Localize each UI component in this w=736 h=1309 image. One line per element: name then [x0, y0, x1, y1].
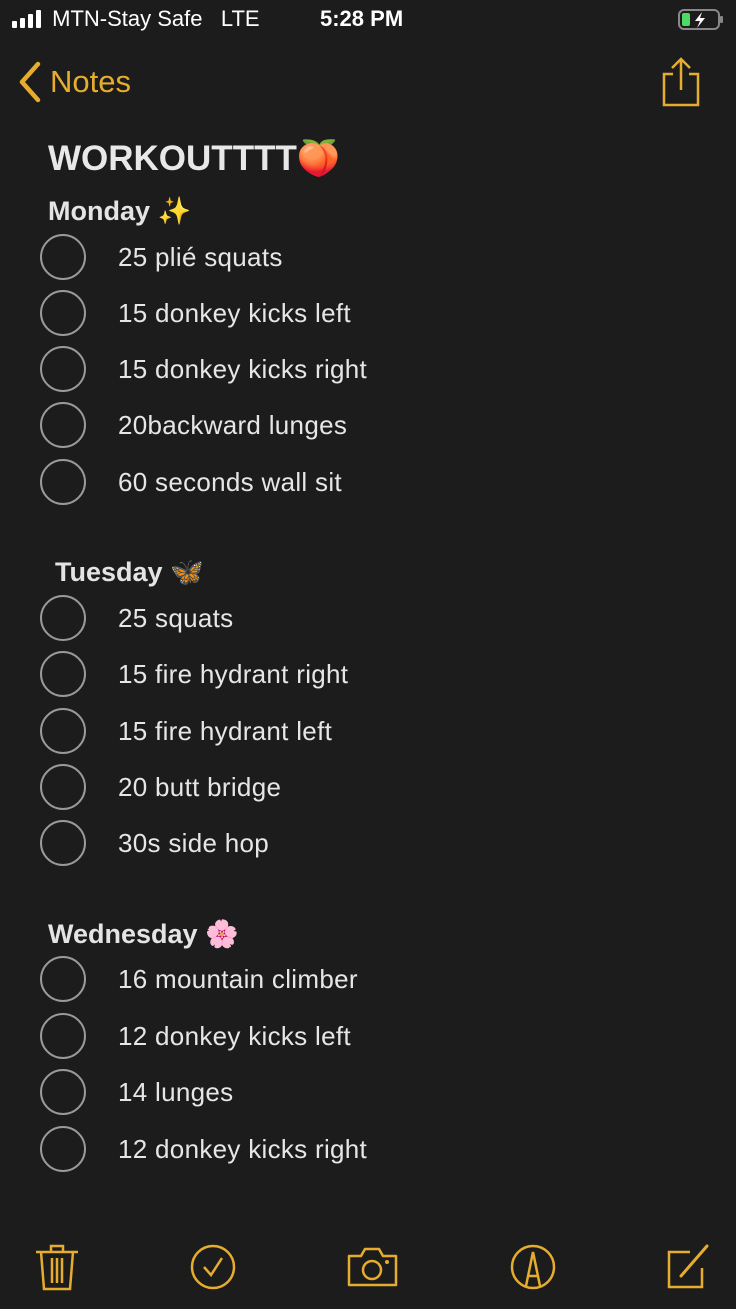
day-emoji: 🌸 [205, 919, 239, 949]
checklist-item-text[interactable]: 25 plié squats [118, 242, 283, 273]
checkbox-circle[interactable] [40, 290, 86, 336]
checkbox-circle[interactable] [40, 346, 86, 392]
checklist-item: 25 squats [40, 590, 233, 646]
clock: 5:28 PM [320, 6, 404, 31]
checklist-item-text[interactable]: 20 butt bridge [118, 772, 281, 803]
day-heading: Monday ✨ [48, 195, 191, 227]
checklist-item: 30s side hop [40, 815, 269, 871]
back-label: Notes [50, 64, 131, 99]
checklist-item: 14 lunges [40, 1064, 233, 1120]
checklist-item-text[interactable]: 14 lunges [118, 1077, 233, 1108]
checklist-item: 12 donkey kicks right [40, 1121, 367, 1177]
checklist-item-text[interactable]: 16 mountain climber [118, 964, 358, 995]
checkbox-circle[interactable] [40, 1013, 86, 1059]
camera-button[interactable] [346, 1242, 398, 1292]
checklist-item-text[interactable]: 15 donkey kicks left [118, 298, 351, 329]
checkbox-circle[interactable] [40, 1069, 86, 1115]
checklist-item-text[interactable]: 25 squats [118, 603, 233, 634]
checkbox-circle[interactable] [40, 402, 86, 448]
checklist-item: 20backward lunges [40, 397, 347, 453]
day-label: Monday [48, 196, 151, 226]
peach-emoji: 🍑 [296, 139, 341, 178]
checkbox-circle[interactable] [40, 1126, 86, 1172]
checklist-item: 12 donkey kicks left [40, 1008, 351, 1064]
checkbox-circle[interactable] [40, 708, 86, 754]
network: LTE [220, 6, 260, 31]
checkbox-circle[interactable] [40, 820, 86, 866]
day-label: Tuesday [55, 557, 163, 587]
checkbox-circle[interactable] [40, 651, 86, 697]
trash-icon [36, 1244, 78, 1291]
checkbox-circle[interactable] [40, 234, 86, 280]
day-heading: Wednesday 🌸 [48, 918, 239, 950]
chevron-left-icon [19, 61, 41, 103]
checklist-item-text[interactable]: 15 donkey kicks right [118, 354, 367, 385]
checklist-item: 15 donkey kicks left [40, 285, 351, 341]
delete-button[interactable] [32, 1242, 82, 1292]
compose-button[interactable] [664, 1242, 714, 1292]
checkbox-circle[interactable] [40, 595, 86, 641]
camera-icon [347, 1247, 398, 1287]
carrier: MTN-Stay Safe [52, 6, 203, 31]
markup-icon [510, 1244, 556, 1290]
checklist-item-text[interactable]: 15 fire hydrant left [118, 716, 332, 747]
status-left: MTN-Stay Safe LTE [12, 6, 260, 34]
day-heading: Tuesday 🦋 [55, 556, 204, 588]
checklist-item: 15 donkey kicks right [40, 341, 367, 397]
checkbox-circle[interactable] [40, 956, 86, 1002]
checklist-item-text[interactable]: 12 donkey kicks left [118, 1021, 351, 1052]
signal-icon [12, 8, 46, 34]
checklist-item-text[interactable]: 30s side hop [118, 828, 269, 859]
checklist-item-text[interactable]: 60 seconds wall sit [118, 467, 342, 498]
checklist-item: 15 fire hydrant left [40, 703, 332, 759]
checklist-item-text[interactable]: 20backward lunges [118, 410, 347, 441]
battery-charging-icon [678, 9, 724, 36]
checklist-item: 16 mountain climber [40, 951, 358, 1007]
checklist-item-text[interactable]: 15 fire hydrant right [118, 659, 348, 690]
note-title: WORKOUTTTT🍑 [48, 139, 341, 178]
day-emoji: 🦋 [170, 557, 204, 587]
compose-icon [667, 1244, 709, 1289]
checklist-item: 60 seconds wall sit [40, 454, 342, 510]
checklist-item: 15 fire hydrant right [40, 646, 348, 702]
checklist-item-text[interactable]: 12 donkey kicks right [118, 1134, 367, 1165]
day-emoji: ✨ [157, 196, 192, 226]
checkbox-circle[interactable] [40, 459, 86, 505]
checklist-button[interactable] [189, 1242, 239, 1292]
checklist-icon [190, 1244, 236, 1290]
share-button[interactable] [660, 56, 702, 113]
share-icon [662, 57, 700, 107]
markup-button[interactable] [509, 1242, 559, 1292]
checklist-item: 20 butt bridge [40, 759, 281, 815]
day-label: Wednesday [48, 919, 198, 949]
checkbox-circle[interactable] [40, 764, 86, 810]
checklist-item: 25 plié squats [40, 229, 283, 285]
back-button[interactable]: Notes [16, 60, 131, 104]
